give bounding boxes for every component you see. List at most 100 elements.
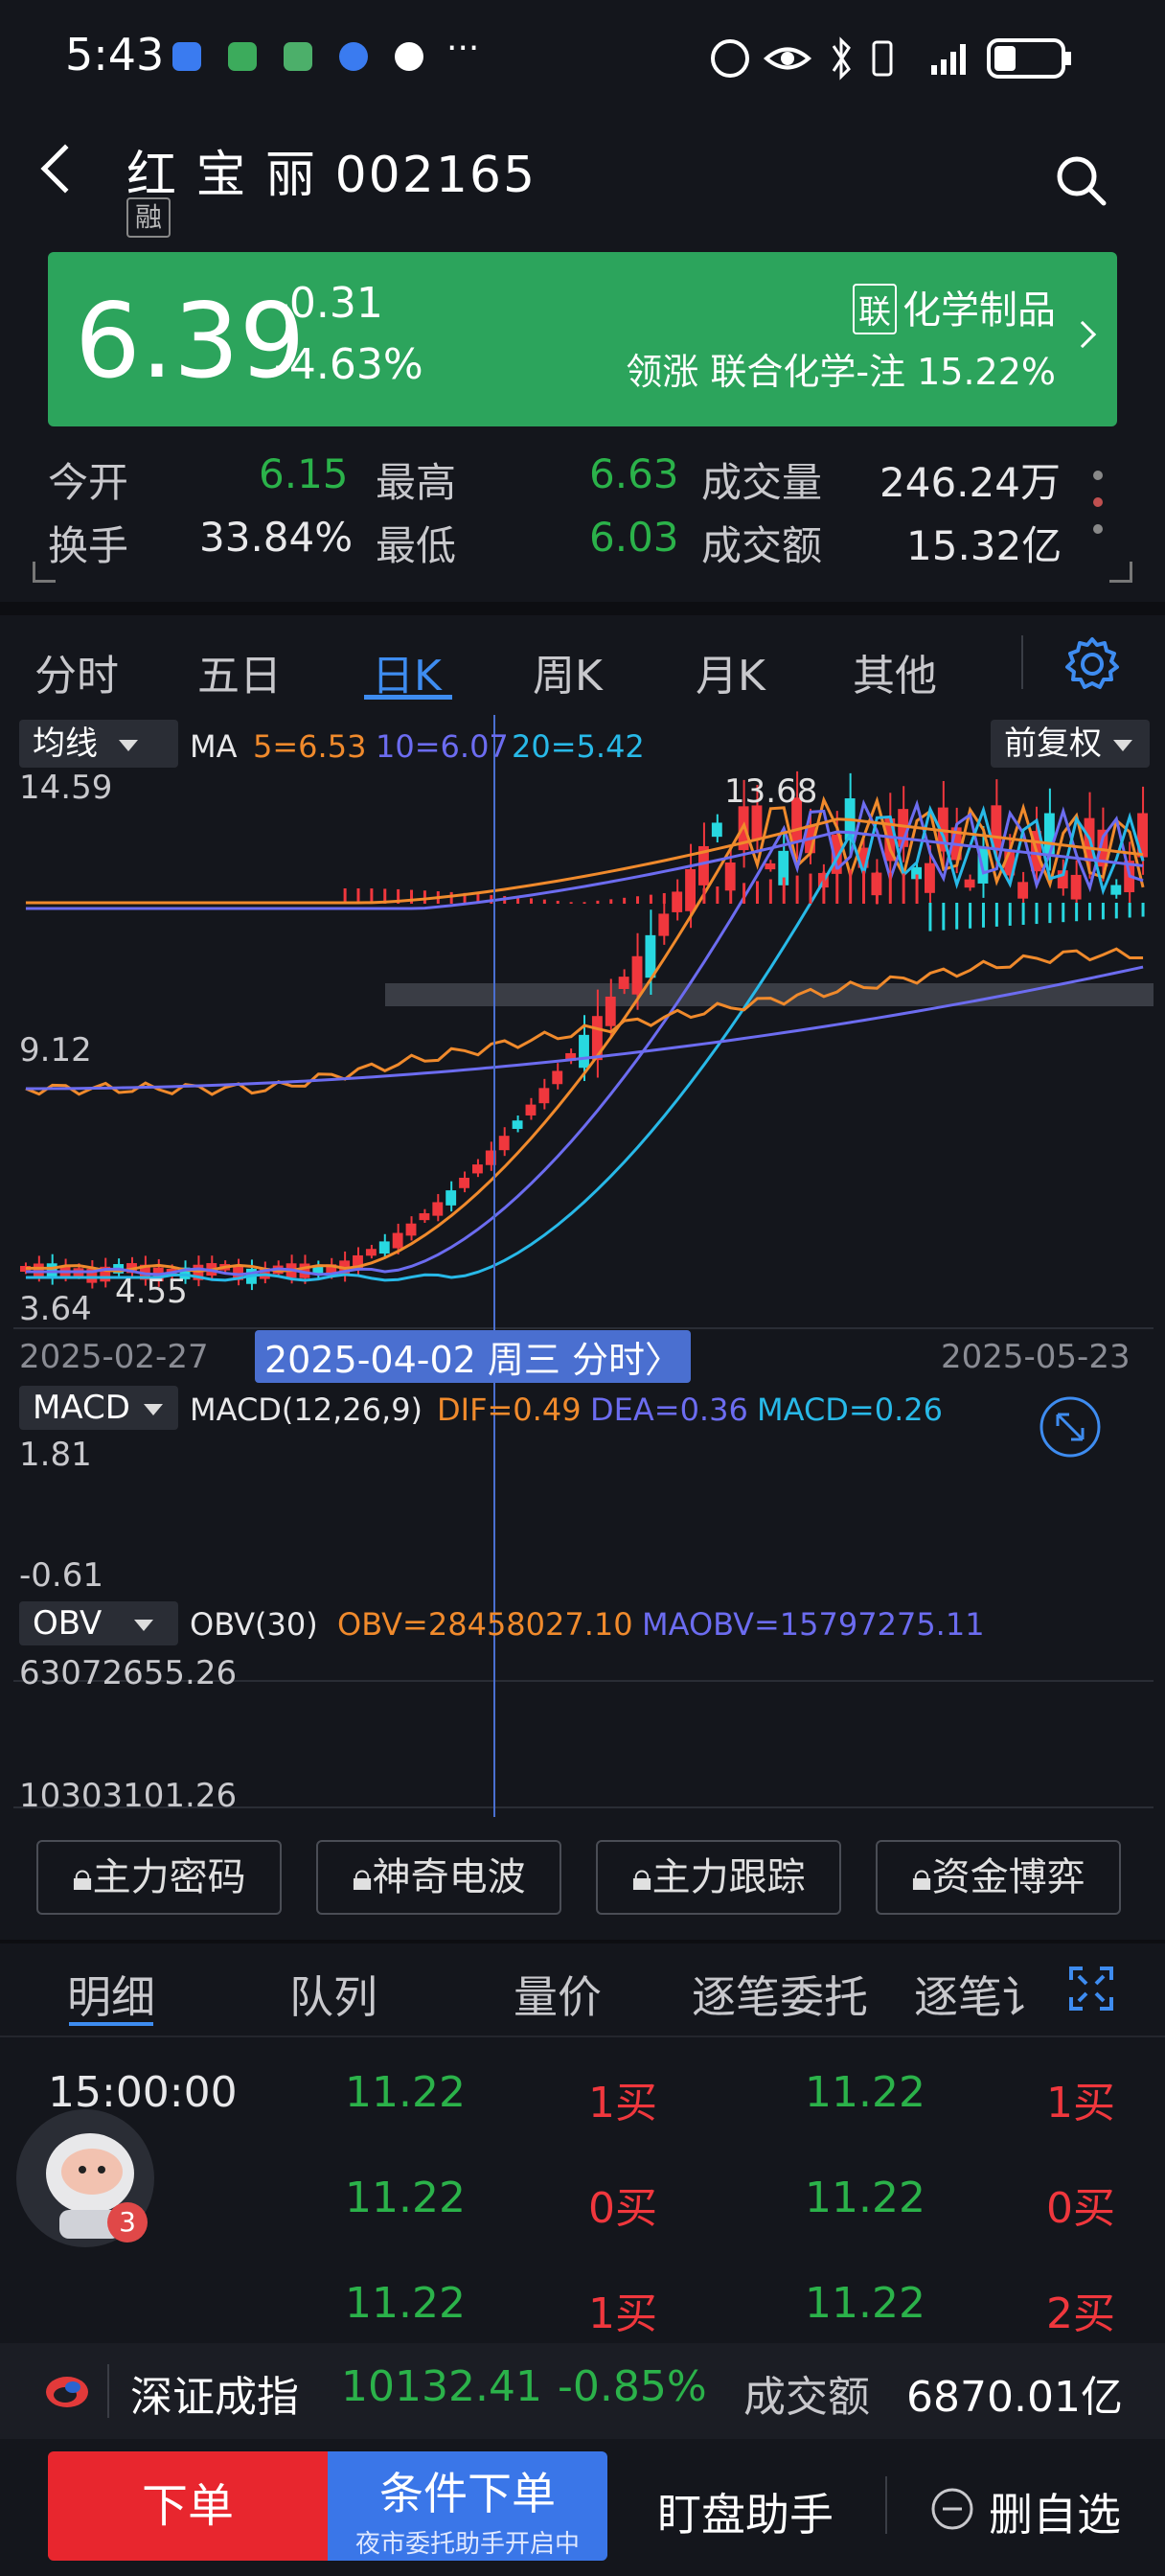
search-icon[interactable] (1054, 153, 1108, 207)
active-tab-indicator (364, 695, 452, 700)
tab-other[interactable]: 其他 (853, 641, 937, 702)
tool-main-tracking[interactable]: 🔒︎主力跟踪 (596, 1840, 841, 1915)
obv-params: OBV(30) (190, 1606, 318, 1643)
trade-volume: 0买 (588, 2184, 657, 2233)
kline-chart-area[interactable]: 建T清建T清建清 均线 MA 5=6.53 10=6.07 20=5.42 前复… (13, 715, 1154, 1817)
tab-queue[interactable]: 队列 (289, 1963, 377, 2026)
cursor-date-badge[interactable]: 2025-04-02 周三 分时〉 (255, 1330, 691, 1383)
active-tab-indicator (69, 2022, 153, 2026)
tab-monthly-k[interactable]: 月K (696, 641, 765, 702)
candle (765, 862, 776, 870)
macd-bar (1114, 903, 1118, 919)
macd-bar (623, 897, 627, 904)
macd-bar (689, 889, 693, 904)
tab-five-day[interactable]: 五日 (197, 641, 282, 702)
last-price: 6.39 (75, 282, 306, 402)
candle (498, 1136, 510, 1151)
candle (33, 1263, 44, 1276)
macd-bar (1075, 903, 1079, 922)
macd-bar (729, 885, 733, 904)
expand-icon[interactable] (1067, 1965, 1115, 2012)
trade-volume: 0买 (1046, 2184, 1115, 2233)
macd-dif: DIF=0.49 (437, 1392, 582, 1428)
y-axis-bottom: 3.64 (19, 1290, 92, 1328)
macd-bar (529, 898, 533, 904)
adjust-selector[interactable]: 前复权 (991, 720, 1150, 768)
conditional-order-sub: 夜市委托助手开启中 (354, 2530, 580, 2559)
adjust-label: 前复权 (1004, 724, 1102, 763)
ma-label: MA (190, 728, 238, 765)
candle (631, 955, 643, 995)
maobv-value: MAOBV=15797275.11 (642, 1606, 985, 1643)
candle (658, 913, 670, 936)
candle (472, 1164, 483, 1174)
candle (445, 1190, 457, 1206)
order-button[interactable]: 下单 (48, 2451, 328, 2561)
stock-title: 红 宝 丽 002165 (126, 147, 537, 204)
chevron-down-icon (119, 739, 138, 751)
date-start: 2025-02-27 (19, 1338, 209, 1376)
macd-bar (675, 891, 679, 904)
indicator-selector-obv[interactable]: OBV (19, 1601, 178, 1645)
candle (365, 1249, 377, 1256)
amount-label: 成交额 (701, 522, 823, 569)
tool-magic-wave[interactable]: 🔒︎神奇电波 (316, 1840, 561, 1915)
price-card[interactable]: 6.39 -0.31 -4.63% 联化学制品 领涨 联合化学-注 15.22% (48, 252, 1117, 426)
macd-bar (1035, 903, 1039, 925)
macd-bar (809, 873, 812, 904)
macd-bar (915, 874, 919, 904)
tab-order-by-order[interactable]: 逐笔委托 (692, 1963, 868, 2026)
macd-bar (716, 886, 720, 904)
minus-circle-icon (931, 2488, 973, 2530)
settings-gear-icon[interactable] (1063, 635, 1121, 693)
index-amount: 6870.01亿 (906, 2373, 1123, 2422)
trade-price: 11.22 (345, 2174, 466, 2222)
macd-bar (1141, 903, 1145, 917)
back-icon[interactable] (40, 144, 90, 194)
trade-price: 11.22 (345, 2068, 466, 2117)
volume-label: 成交量 (701, 459, 823, 506)
turnover-label: 换手 (48, 522, 129, 569)
macd-bar (702, 887, 706, 904)
macd-bar (994, 903, 998, 927)
trade-volume: 1买 (588, 2079, 657, 2128)
divider (0, 1940, 1165, 1944)
tab-detail[interactable]: 明细 (67, 1963, 155, 2026)
macd-bar (955, 903, 959, 930)
max-marker: 13.68 (724, 772, 818, 811)
tool-main-code[interactable]: 🔒︎主力密码 (36, 1840, 282, 1915)
tool-fund-game[interactable]: 🔒︎资金博弈 (876, 1840, 1121, 1915)
low-label: 最低 (376, 522, 457, 569)
indicator-selector-macd[interactable]: MACD (19, 1386, 178, 1430)
index-ticker-bar[interactable]: 深证成指 10132.41 -0.85% 成交额 6870.01亿 (0, 2343, 1165, 2439)
conditional-order-button[interactable]: 条件下单 夜市委托助手开启中 (328, 2451, 607, 2561)
tab-weekly-k[interactable]: 周K (533, 641, 603, 702)
tab-intraday[interactable]: 分时 (34, 641, 119, 702)
more-stats-icon[interactable] (1086, 464, 1109, 540)
min-marker: 4.55 (115, 1273, 188, 1311)
tab-daily-k[interactable]: 日K (372, 641, 442, 702)
monitor-assistant-button[interactable]: 盯盘助手 (657, 2480, 834, 2543)
more-notifications-icon: ··· (446, 29, 480, 68)
assistant-avatar[interactable]: 3 (13, 2106, 157, 2250)
divider (0, 2036, 1165, 2037)
industry-name: 化学制品 (902, 288, 1056, 333)
tab-trade-by-trade[interactable]: 逐笔讠 (914, 1963, 1029, 2026)
chevron-down-icon (143, 1403, 163, 1415)
lock-icon: 🔒︎ (352, 1855, 373, 1899)
macd-bar (1021, 903, 1025, 926)
obv-selector-label: OBV (33, 1604, 103, 1643)
app-notification-icon (228, 42, 257, 71)
macd-bar (1008, 903, 1012, 926)
macd-bar (1048, 903, 1052, 924)
status-time: 5:43 (65, 29, 165, 80)
industry[interactable]: 联化学制品 (853, 279, 1056, 334)
macd-bar (875, 871, 879, 904)
ma-selector[interactable]: 均线 (19, 720, 178, 768)
macd-value: MACD=0.26 (757, 1392, 943, 1428)
fullscreen-expand-icon[interactable] (1039, 1395, 1102, 1459)
index-amount-label: 成交额 (743, 2373, 870, 2422)
tab-volume-price[interactable]: 量价 (514, 1963, 602, 2026)
macd-bar (742, 883, 746, 904)
macd-bar (782, 877, 786, 904)
